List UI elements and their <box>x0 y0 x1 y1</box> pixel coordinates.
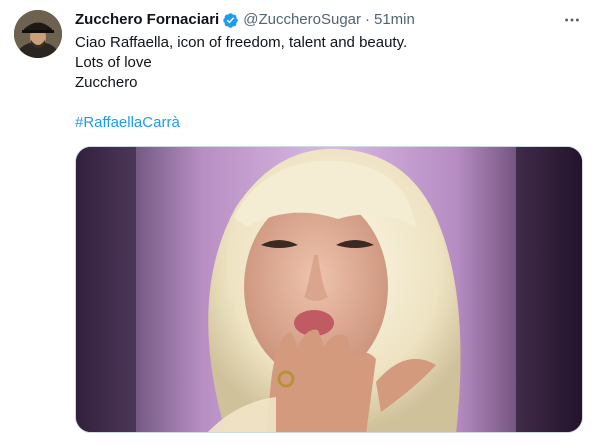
tweet-text-line-2: Lots of love <box>75 54 152 71</box>
display-name[interactable]: Zucchero Fornaciari <box>75 10 219 30</box>
more-horizontal-icon[interactable] <box>562 10 582 30</box>
timestamp[interactable]: 51min <box>374 10 415 30</box>
photo-image <box>76 147 582 432</box>
avatar[interactable] <box>14 10 62 58</box>
tweet-text-line-1: Ciao Raffaella, icon of freedom, talent … <box>75 34 408 51</box>
tweet-media-photo[interactable] <box>75 146 583 433</box>
tweet-header: Zucchero Fornaciari @ZuccheroSugar · 51m… <box>75 10 582 30</box>
tweet-text-line-3: Zucchero <box>75 74 138 91</box>
tweet[interactable]: Zucchero Fornaciari @ZuccheroSugar · 51m… <box>0 0 596 445</box>
user-handle[interactable]: @ZuccheroSugar <box>243 10 361 30</box>
tweet-body: Zucchero Fornaciari @ZuccheroSugar · 51m… <box>75 10 582 133</box>
tweet-text: Ciao Raffaella, icon of freedom, talent … <box>75 33 582 133</box>
avatar-image <box>14 10 62 58</box>
hashtag-link[interactable]: #RaffaellaCarrà <box>75 113 582 133</box>
separator-dot: · <box>365 11 370 28</box>
verified-badge-icon <box>222 12 239 29</box>
